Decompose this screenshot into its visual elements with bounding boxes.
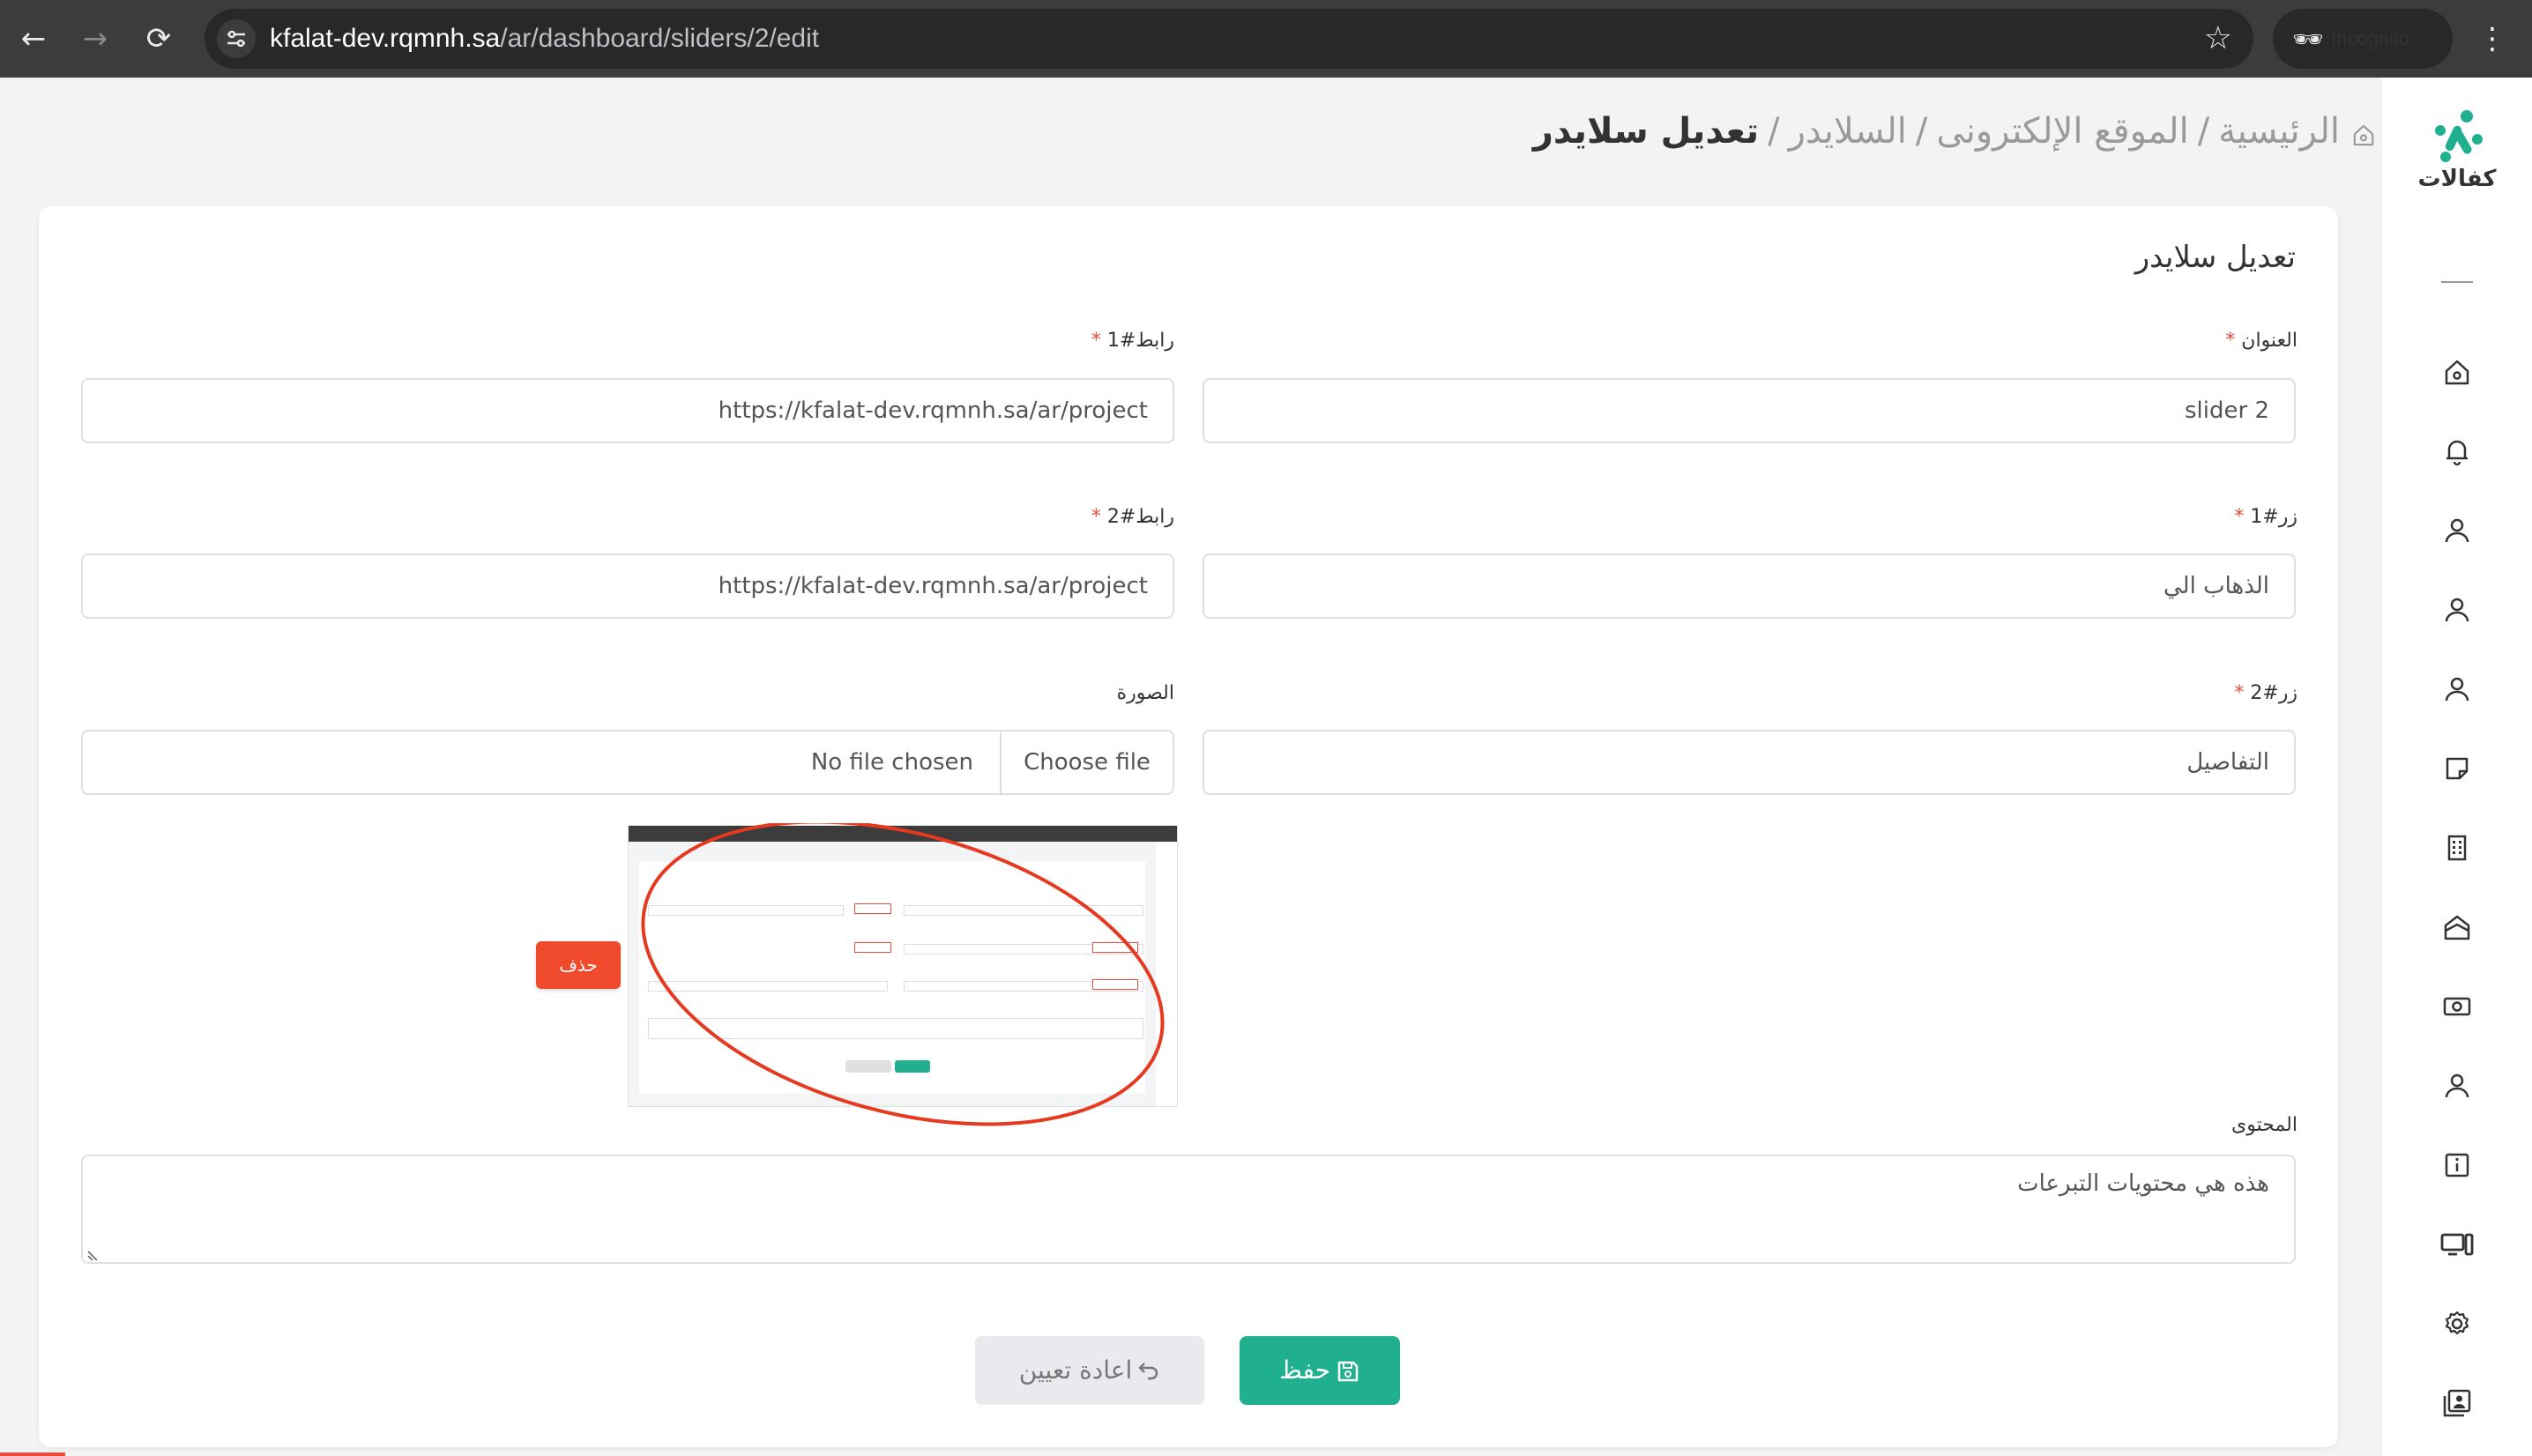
preview-reset	[845, 1060, 891, 1073]
user-icon[interactable]	[2439, 592, 2475, 628]
bookmark-star-icon[interactable]: ☆	[2204, 19, 2232, 58]
breadcrumb-separator: /	[2197, 111, 2210, 152]
browser-toolbar: ← → ⟳ kfalat-dev.rqmnh.sa/ar/dashboard/s…	[0, 0, 2532, 78]
incognito-icon: 🕶	[2292, 26, 2324, 53]
preview-field	[648, 981, 888, 992]
undo-icon	[1139, 1363, 1158, 1380]
preview-field-error	[1092, 979, 1138, 990]
title-input[interactable]: slider 2	[1203, 378, 2296, 443]
building-icon[interactable]	[2439, 830, 2475, 865]
title-label: العنوان *	[2225, 330, 2297, 352]
save-label: حفظ	[1278, 1356, 1331, 1385]
link1-input[interactable]: https://kfalat-dev.rqmnh.sa/ar/project	[81, 378, 1174, 443]
breadcrumb-site[interactable]: الموقع الإلكترونى	[1936, 111, 2188, 152]
reload-icon[interactable]: ⟳	[139, 19, 178, 58]
breadcrumb-separator: /	[1768, 111, 1780, 152]
preview-save	[895, 1060, 930, 1073]
delete-image-button[interactable]: حذف	[536, 941, 621, 989]
browser-menu-icon[interactable]: ⋮	[2477, 19, 2507, 58]
contacts-icon[interactable]	[2439, 1385, 2475, 1421]
link2-input[interactable]: https://kfalat-dev.rqmnh.sa/ar/project	[81, 553, 1174, 619]
devices-icon[interactable]	[2439, 1227, 2475, 1262]
link2-label-text: رابط#2	[1106, 506, 1174, 528]
back-icon[interactable]: ←	[14, 19, 53, 58]
home-alt-icon[interactable]	[2439, 910, 2475, 945]
image-label: الصورة	[1116, 682, 1174, 704]
save-icon	[1337, 1361, 1359, 1382]
info-icon[interactable]	[2439, 1148, 2475, 1183]
breadcrumb-separator: /	[1915, 111, 1928, 152]
link2-value: https://kfalat-dev.rqmnh.sa/ar/project	[718, 573, 1148, 599]
save-button[interactable]: حفظ	[1240, 1336, 1400, 1405]
content-value: هذه هي محتويات التبرعات	[2017, 1170, 2269, 1197]
resize-handle-icon[interactable]	[86, 1248, 99, 1260]
button2-label: زر#2 *	[2234, 682, 2297, 704]
gear-icon[interactable]	[2439, 1306, 2475, 1341]
link1-value: https://kfalat-dev.rqmnh.sa/ar/project	[718, 397, 1148, 424]
content-textarea[interactable]: هذه هي محتويات التبرعات	[81, 1155, 2296, 1264]
edit-slider-card: تعديل سلايدر العنوان * slider 2 رابط#1 *…	[39, 206, 2338, 1447]
bell-icon[interactable]	[2439, 434, 2475, 469]
breadcrumb-sliders[interactable]: السلايدر	[1789, 111, 1907, 152]
required-mark: *	[1091, 506, 1101, 528]
note-icon[interactable]	[2439, 751, 2475, 786]
reset-label: اعادة تعيين	[1018, 1356, 1133, 1385]
preview-field	[648, 905, 844, 916]
reset-button[interactable]: اعادة تعيين	[975, 1336, 1204, 1405]
button1-label-text: زر#1	[2250, 506, 2297, 528]
content-label: المحتوى	[2231, 1114, 2297, 1136]
preview-field-error	[1092, 942, 1138, 953]
address-bar[interactable]: kfalat-dev.rqmnh.sa/ar/dashboard/sliders…	[205, 9, 2253, 69]
preview-browser-bar	[629, 826, 1177, 842]
slider-image-preview	[628, 825, 1178, 1107]
site-settings-icon[interactable]	[217, 19, 256, 58]
preview-field	[904, 905, 1143, 916]
money-icon[interactable]	[2439, 989, 2475, 1024]
required-mark: *	[2234, 682, 2245, 704]
progress-indicator	[0, 1452, 65, 1456]
link1-label-text: رابط#1	[1106, 330, 1174, 352]
breadcrumb-home-icon[interactable]	[2349, 118, 2379, 148]
user-icon[interactable]	[2439, 513, 2475, 548]
card-title: تعديل سلايدر	[2134, 240, 2296, 275]
logo[interactable]: كفالات	[2416, 109, 2498, 192]
required-mark: *	[2225, 330, 2236, 352]
sidebar-divider	[2441, 281, 2473, 283]
user-icon[interactable]	[2439, 1068, 2475, 1103]
logo-text: كفالات	[2417, 166, 2497, 192]
url-path: /ar/dashboard/sliders/2/edit	[500, 24, 820, 53]
title-label-text: العنوان	[2241, 330, 2297, 352]
preview-field-error	[854, 903, 891, 914]
link1-label: رابط#1 *	[1091, 330, 1174, 352]
breadcrumb-current: تعديل سلايدر	[1532, 111, 1760, 152]
required-mark: *	[2234, 506, 2245, 528]
image-file-input[interactable]: Choose file No file chosen	[81, 730, 1174, 795]
required-mark: *	[1091, 330, 1101, 352]
choose-file-button[interactable]: Choose file	[1000, 732, 1173, 793]
sidebar: كفالات	[2382, 78, 2532, 1456]
button2-label-text: زر#2	[2250, 682, 2297, 704]
home-icon[interactable]	[2439, 354, 2475, 390]
incognito-label: Incognito	[2331, 27, 2410, 49]
button2-input[interactable]: التفاصيل	[1203, 730, 2296, 795]
forward-icon[interactable]: →	[76, 19, 115, 58]
user-icon[interactable]	[2439, 672, 2475, 707]
preview-field-error	[854, 942, 891, 953]
preview-sidebar	[1156, 842, 1177, 1106]
no-file-text: No file chosen	[810, 749, 973, 776]
button1-input[interactable]: الذهاب الي	[1203, 553, 2296, 619]
preview-textarea	[648, 1018, 1143, 1039]
preview-card	[639, 861, 1145, 1094]
breadcrumb: الرئيسية/الموقع الإلكترونى/السلايدر/تعدي…	[1533, 111, 2379, 152]
link2-label: رابط#2 *	[1091, 506, 1174, 528]
url-host: kfalat-dev.rqmnh.sa	[270, 24, 501, 53]
breadcrumb-home[interactable]: الرئيسية	[2218, 111, 2340, 152]
button1-label: زر#1 *	[2234, 506, 2297, 528]
incognito-badge[interactable]: 🕶 Incognito	[2273, 9, 2453, 69]
